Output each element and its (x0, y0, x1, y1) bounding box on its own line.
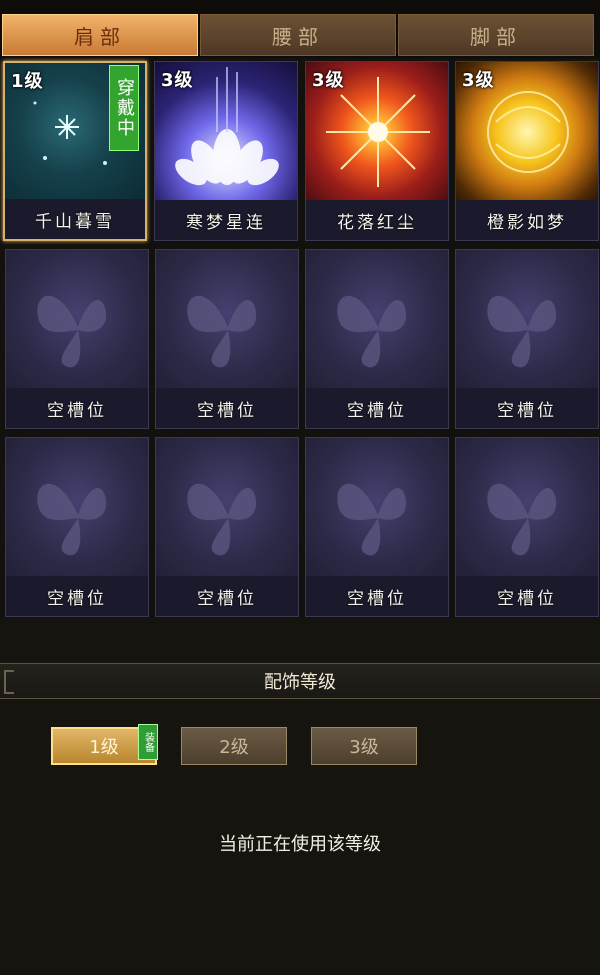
butterfly-placeholder-icon (456, 438, 598, 578)
accessory-slot-2[interactable]: 3级 寒梦星连 (154, 61, 298, 241)
slot-name: 千山暮雪 (5, 199, 145, 239)
slot-level: 1级 (11, 71, 44, 92)
wearing-badge: 穿戴中 (109, 65, 139, 151)
tab-bar: 肩部 腰部 脚部 (0, 0, 600, 58)
accessory-panel: 肩部 腰部 脚部 1级 穿戴中 千山暮雪 3级 寒梦星连 3级 花落红尘 3级 … (0, 0, 600, 975)
empty-slot[interactable]: 空槽位 (5, 249, 149, 429)
empty-slot[interactable]: 空槽位 (305, 437, 449, 617)
tab-waist[interactable]: 腰部 (200, 14, 396, 56)
butterfly-placeholder-icon (156, 438, 298, 578)
accessory-level-header: 配饰等级 (0, 663, 600, 699)
tab-shoulder[interactable]: 肩部 (2, 14, 198, 56)
slot-name: 空槽位 (306, 576, 448, 616)
level-2-button[interactable]: 2级 (181, 727, 287, 765)
empty-slot[interactable]: 空槽位 (305, 249, 449, 429)
empty-slot[interactable]: 空槽位 (155, 249, 299, 429)
empty-slot[interactable]: 空槽位 (155, 437, 299, 617)
butterfly-placeholder-icon (306, 438, 448, 578)
section-title: 配饰等级 (264, 672, 336, 693)
accessory-slot-1[interactable]: 1级 穿戴中 千山暮雪 (3, 61, 147, 241)
empty-slot[interactable]: 空槽位 (455, 249, 599, 429)
accessory-grid: 1级 穿戴中 千山暮雪 3级 寒梦星连 3级 花落红尘 3级 橙影如梦 空槽位 … (0, 58, 600, 618)
slot-name: 空槽位 (456, 576, 598, 616)
empty-slot[interactable]: 空槽位 (5, 437, 149, 617)
slot-name: 橙影如梦 (456, 200, 598, 240)
slot-level: 3级 (161, 70, 194, 91)
empty-slot[interactable]: 空槽位 (455, 437, 599, 617)
slot-name: 空槽位 (156, 576, 298, 616)
status-text: 当前正在使用该等级 (219, 834, 381, 855)
butterfly-placeholder-icon (456, 250, 598, 390)
accessory-slot-4[interactable]: 3级 橙影如梦 (455, 61, 599, 241)
butterfly-placeholder-icon (6, 250, 148, 390)
slot-name: 空槽位 (456, 388, 598, 428)
tab-feet[interactable]: 脚部 (398, 14, 594, 56)
slot-name: 空槽位 (6, 388, 148, 428)
slot-name: 空槽位 (156, 388, 298, 428)
slot-level: 3级 (462, 70, 495, 91)
slot-name: 花落红尘 (306, 200, 448, 240)
slot-name: 空槽位 (306, 388, 448, 428)
butterfly-placeholder-icon (156, 250, 298, 390)
equipped-tag: 装备 (138, 724, 158, 760)
slot-level: 3级 (312, 70, 345, 91)
accessory-slot-3[interactable]: 3级 花落红尘 (305, 61, 449, 241)
slot-name: 寒梦星连 (155, 200, 297, 240)
frame-ornament-icon (4, 670, 14, 694)
butterfly-placeholder-icon (306, 250, 448, 390)
level-3-button[interactable]: 3级 (311, 727, 417, 765)
butterfly-placeholder-icon (6, 438, 148, 578)
slot-name: 空槽位 (6, 576, 148, 616)
